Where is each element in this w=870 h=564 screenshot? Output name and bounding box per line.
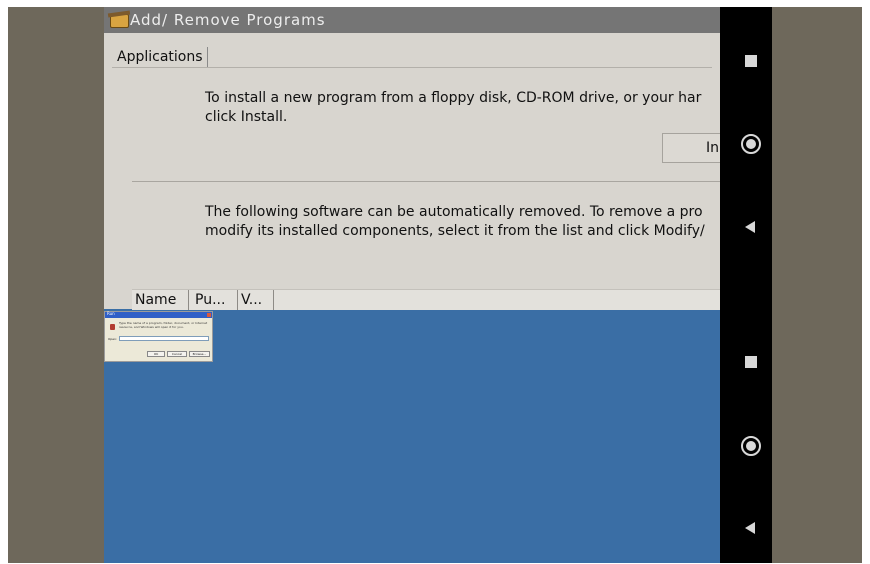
browse-button[interactable]: Browse... bbox=[189, 351, 210, 357]
install-button[interactable]: In bbox=[662, 133, 720, 163]
column-header-publisher[interactable]: Pu... bbox=[189, 290, 238, 310]
home-icon[interactable] bbox=[741, 134, 761, 154]
remove-instructions-line1: The following software can be automatica… bbox=[205, 204, 703, 220]
open-input[interactable] bbox=[119, 336, 209, 341]
run-icon bbox=[110, 324, 115, 330]
tab-applications[interactable]: Applications bbox=[117, 47, 208, 67]
desktop[interactable]: Add/ Remove Programs Applications To ins… bbox=[104, 7, 720, 563]
program-list-header: Name Pu... V... bbox=[132, 289, 720, 310]
recent-apps-icon[interactable] bbox=[745, 55, 757, 67]
divider bbox=[132, 181, 720, 182]
home-icon[interactable] bbox=[741, 436, 761, 456]
run-dialog-description: Type the name of a program, folder, docu… bbox=[119, 321, 208, 329]
run-dialog-title: Run bbox=[107, 311, 115, 316]
column-header-version[interactable]: V... bbox=[238, 290, 274, 310]
run-dialog: Run Type the name of a program, folder, … bbox=[104, 311, 213, 362]
ok-button[interactable]: OK bbox=[147, 351, 165, 357]
title-bar[interactable]: Add/ Remove Programs bbox=[104, 7, 720, 33]
back-icon[interactable] bbox=[745, 221, 755, 233]
install-instructions-line2: click Install. bbox=[205, 109, 288, 125]
cancel-button[interactable]: Cancel bbox=[167, 351, 187, 357]
android-navigation-bar bbox=[720, 7, 772, 563]
back-icon[interactable] bbox=[745, 522, 755, 534]
window-title: Add/ Remove Programs bbox=[130, 11, 326, 29]
install-instructions-line1: To install a new program from a floppy d… bbox=[205, 90, 702, 106]
column-header-name[interactable]: Name bbox=[132, 290, 189, 310]
close-icon[interactable] bbox=[207, 313, 211, 317]
recent-apps-icon[interactable] bbox=[745, 356, 757, 368]
remove-instructions-line2: modify its installed components, select … bbox=[205, 223, 705, 239]
programs-box-icon bbox=[110, 14, 129, 28]
run-dialog-title-bar[interactable]: Run bbox=[105, 311, 212, 318]
tab-strip: Applications bbox=[112, 47, 712, 68]
open-label: Open: bbox=[108, 337, 118, 341]
add-remove-programs-window: Add/ Remove Programs Applications To ins… bbox=[104, 7, 720, 310]
